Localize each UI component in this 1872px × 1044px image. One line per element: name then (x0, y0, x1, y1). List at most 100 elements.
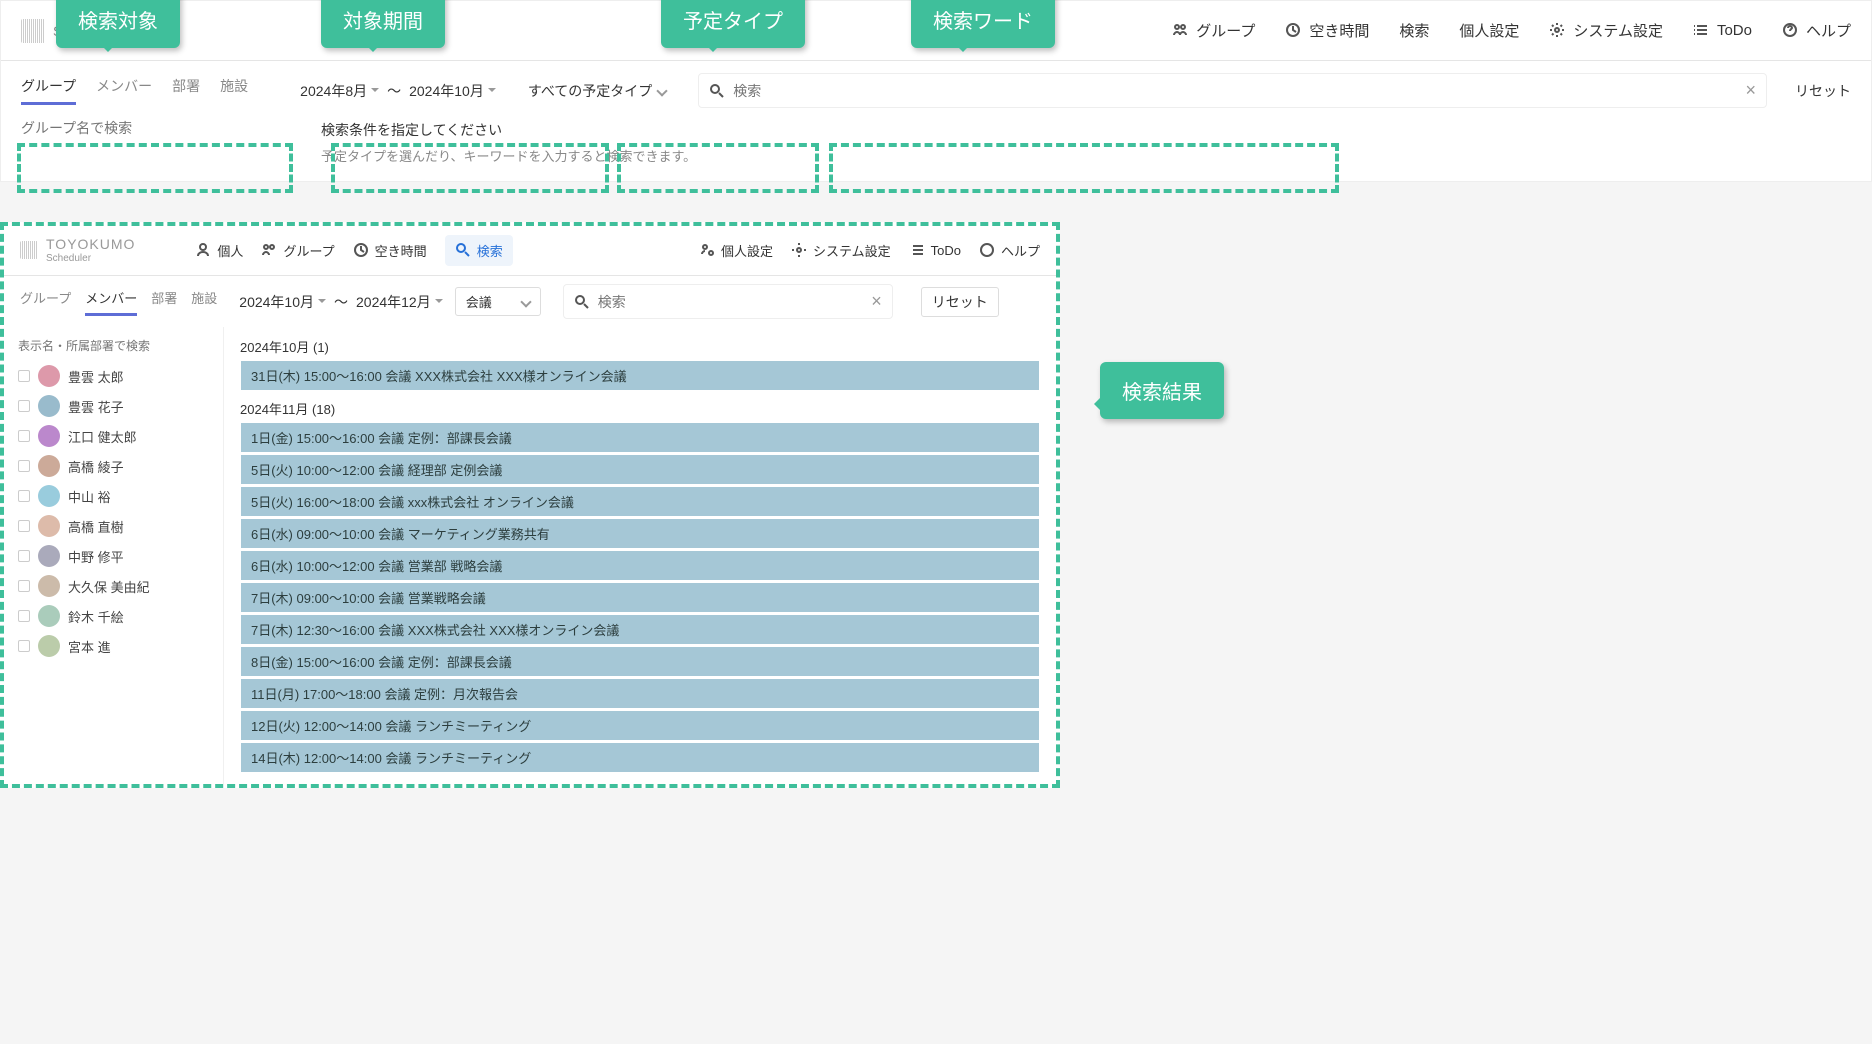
nav2-search[interactable]: 検索 (445, 235, 513, 266)
checkbox[interactable] (18, 520, 30, 532)
type-selector[interactable]: すべての予定タイプ (518, 77, 676, 105)
member-name: 大久保 美由紀 (68, 577, 150, 596)
member-row[interactable]: 豊雲 花子 (18, 395, 209, 417)
nav2-todo-label: ToDo (931, 243, 961, 258)
avatar (38, 545, 60, 567)
member-row[interactable]: 大久保 美由紀 (18, 575, 209, 597)
person-gear-icon (699, 242, 717, 260)
checkbox[interactable] (18, 610, 30, 622)
nav-system-settings[interactable]: システム設定 (1549, 20, 1663, 41)
event-row[interactable]: 7日(木) 09:00〜10:00 会議 営業戦略会議 (240, 582, 1040, 613)
event-row[interactable]: 14日(木) 12:00〜14:00 会議 ランチミーティング (240, 742, 1040, 773)
reset-button-2[interactable]: リセット (921, 287, 999, 317)
nav-personal-settings[interactable]: 個人設定 (1459, 20, 1519, 41)
checkbox[interactable] (18, 490, 30, 502)
event-row[interactable]: 8日(金) 15:00〜16:00 会議 定例：部課長会議 (240, 646, 1040, 677)
tab-member[interactable]: メンバー (96, 76, 152, 105)
nav-group[interactable]: グループ (1172, 20, 1255, 41)
member-name: 中野 修平 (68, 547, 124, 566)
nav-freetime-label: 空き時間 (1309, 20, 1369, 41)
filter-bar: グループ メンバー 部署 施設 2024年8月 〜 2024年10月 すべての予… (1, 61, 1871, 120)
member-row[interactable]: 中野 修平 (18, 545, 209, 567)
reset-button[interactable]: リセット (1795, 81, 1851, 101)
callout-results: 検索結果 (1100, 362, 1224, 419)
avatar (38, 515, 60, 537)
member-row[interactable]: 豊雲 太郎 (18, 365, 209, 387)
nav-freetime[interactable]: 空き時間 (1285, 20, 1369, 41)
period-from[interactable]: 2024年8月 (300, 81, 379, 101)
events-oct: 31日(木) 15:00〜16:00 会議 XXX株式会社 XXX様オンライン会… (240, 360, 1040, 391)
event-row[interactable]: 5日(火) 10:00〜12:00 会議 経理部 定例会議 (240, 454, 1040, 485)
checkbox[interactable] (18, 640, 30, 652)
member-name: 豊雲 花子 (68, 397, 124, 416)
avatar (38, 485, 60, 507)
search-input[interactable] (733, 83, 1737, 99)
event-row[interactable]: 6日(水) 09:00〜10:00 会議 マーケティング業務共有 (240, 518, 1040, 549)
checkbox[interactable] (18, 460, 30, 472)
event-row[interactable]: 11日(月) 17:00〜18:00 会議 定例：月次報告会 (240, 678, 1040, 709)
checkbox[interactable] (18, 580, 30, 592)
period-selector: 2024年8月 〜 2024年10月 (300, 81, 496, 101)
tab2-group[interactable]: グループ (20, 288, 71, 316)
nav-todo[interactable]: ToDo (1693, 22, 1752, 40)
nav2-individual[interactable]: 個人 (195, 241, 243, 260)
help-icon (1782, 22, 1800, 40)
bottom-panel-wrap: TOYOKUMO Scheduler 個人 グループ 空き時間 検索 (0, 222, 1872, 788)
tab-facility[interactable]: 施設 (220, 76, 248, 105)
event-row[interactable]: 12日(火) 12:00〜14:00 会議 ランチミーティング (240, 710, 1040, 741)
nav-search[interactable]: 検索 (1399, 20, 1429, 41)
member-row[interactable]: 中山 裕 (18, 485, 209, 507)
nav2-help[interactable]: ヘルプ (979, 241, 1040, 260)
nav2-personal-settings[interactable]: 個人設定 (699, 241, 773, 260)
tab2-member[interactable]: メンバー (85, 288, 137, 316)
tab2-department[interactable]: 部署 (151, 288, 177, 316)
avatar (38, 575, 60, 597)
filter-tabs: グループ メンバー 部署 施設 (21, 76, 248, 105)
member-row[interactable]: 鈴木 千絵 (18, 605, 209, 627)
callout-type: 予定タイプ (661, 0, 805, 48)
event-row[interactable]: 7日(木) 12:30〜16:00 会議 XXX株式会社 XXX様オンライン会議 (240, 614, 1040, 645)
type-selector-label: すべての予定タイプ (528, 81, 652, 101)
nav-search-label: 検索 (1399, 20, 1429, 41)
nav-help[interactable]: ヘルプ (1782, 20, 1851, 41)
event-row[interactable]: 6日(水) 10:00〜12:00 会議 営業部 戦略会議 (240, 550, 1040, 581)
nav2-freetime[interactable]: 空き時間 (353, 241, 427, 260)
search-input-2[interactable] (598, 294, 863, 310)
member-name: 高橋 綾子 (68, 457, 124, 476)
sidebar-search-input[interactable] (18, 339, 209, 353)
chevron-down-icon (657, 85, 668, 96)
nav2-personal-settings-label: 個人設定 (721, 241, 773, 260)
event-row[interactable]: 1日(金) 15:00〜16:00 会議 定例：部課長会議 (240, 422, 1040, 453)
event-row[interactable]: 31日(木) 15:00〜16:00 会議 XXX株式会社 XXX様オンライン会… (240, 360, 1040, 391)
hint-subtitle: 予定タイプを選んだり、キーワードを入力すると検索できます。 (321, 146, 1851, 165)
checkbox[interactable] (18, 430, 30, 442)
chevron-down-icon-2 (520, 296, 531, 307)
member-row[interactable]: 高橋 綾子 (18, 455, 209, 477)
checkbox[interactable] (18, 550, 30, 562)
nav2-group[interactable]: グループ (261, 241, 334, 260)
person-icon (195, 242, 213, 260)
clear-icon-2[interactable]: × (871, 291, 882, 312)
period-to[interactable]: 2024年10月 (409, 81, 496, 101)
nav2-system-settings-label: システム設定 (813, 241, 891, 260)
member-row[interactable]: 江口 健太郎 (18, 425, 209, 447)
tab-department[interactable]: 部署 (172, 76, 200, 105)
event-row[interactable]: 5日(火) 16:00〜18:00 会議 xxx株式会社 オンライン会議 (240, 486, 1040, 517)
period2-from[interactable]: 2024年10月 (239, 292, 326, 312)
tab2-facility[interactable]: 施設 (191, 288, 217, 316)
clear-icon[interactable]: × (1745, 80, 1756, 101)
type-selector-2[interactable]: 会議 (455, 287, 541, 316)
gear-icon (1549, 22, 1567, 40)
member-name: 宮本 進 (68, 637, 111, 656)
checkbox[interactable] (18, 400, 30, 412)
member-row[interactable]: 宮本 進 (18, 635, 209, 657)
member-sidebar: 豊雲 太郎豊雲 花子江口 健太郎高橋 綾子中山 裕高橋 直樹中野 修平大久保 美… (4, 327, 224, 784)
period2-to[interactable]: 2024年12月 (356, 292, 443, 312)
checkbox[interactable] (18, 370, 30, 382)
nav2-todo[interactable]: ToDo (909, 242, 961, 260)
groupname-search-input[interactable] (21, 120, 202, 136)
nav2-system-settings[interactable]: システム設定 (791, 241, 891, 260)
member-row[interactable]: 高橋 直樹 (18, 515, 209, 537)
results-panel: TOYOKUMO Scheduler 個人 グループ 空き時間 検索 (0, 222, 1060, 788)
tab-group[interactable]: グループ (21, 76, 76, 105)
